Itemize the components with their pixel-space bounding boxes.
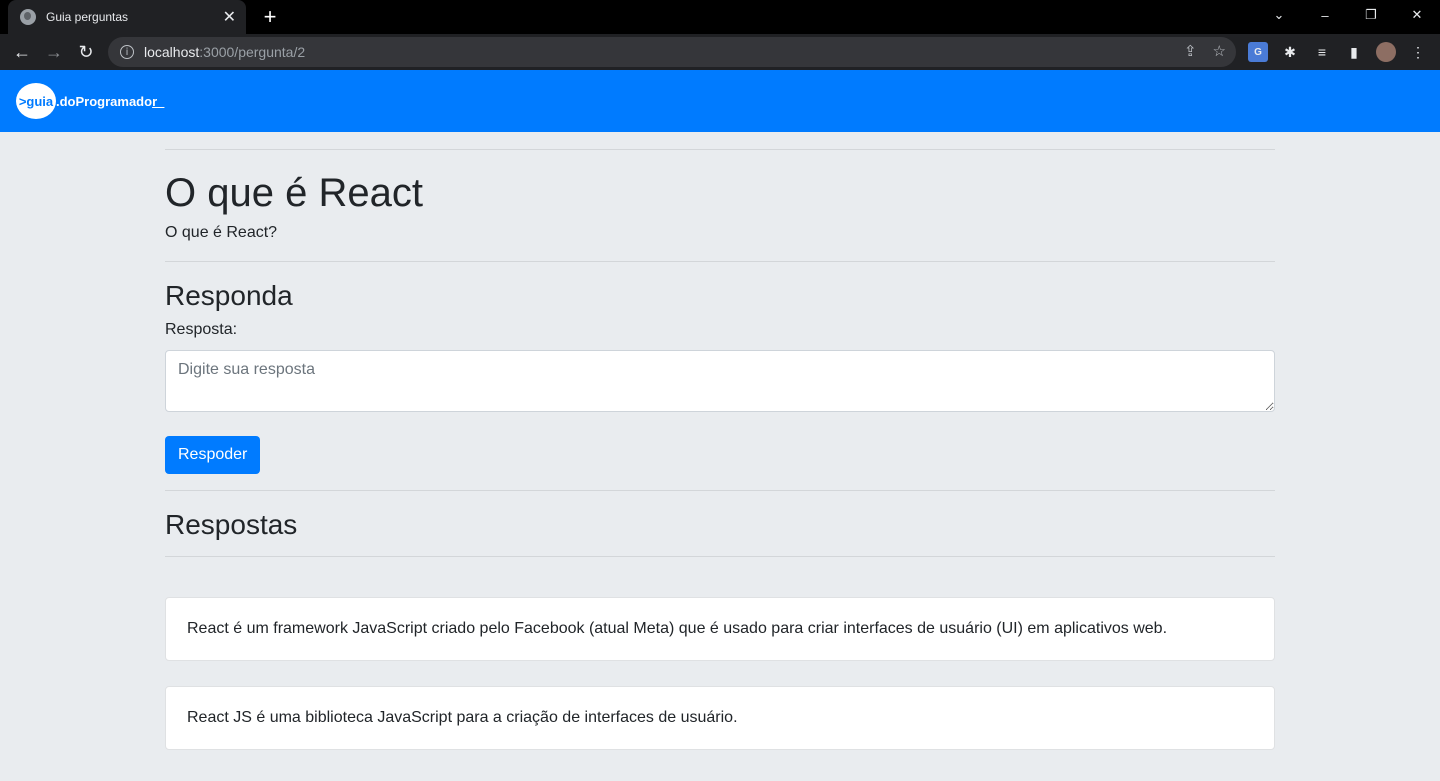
site-info-icon[interactable]: i: [120, 45, 134, 59]
answer-text: React é um framework JavaScript criado p…: [187, 620, 1168, 637]
translate-extension-icon[interactable]: G: [1248, 42, 1268, 62]
minimize-button[interactable]: –: [1302, 0, 1348, 30]
site-navbar: >guia .doProgramado r_: [0, 70, 1440, 132]
reload-icon[interactable]: ↻: [74, 41, 98, 63]
side-panel-icon[interactable]: ▮: [1344, 42, 1364, 62]
logo-text: .doProgramado: [56, 93, 153, 109]
url-path: :3000/pergunta/2: [199, 44, 306, 60]
browser-tab[interactable]: Guia perguntas ✕: [8, 0, 246, 34]
answer-textarea[interactable]: [165, 350, 1275, 412]
answer-card: React é um framework JavaScript criado p…: [165, 597, 1275, 661]
extensions-puzzle-icon[interactable]: ✱: [1280, 42, 1300, 62]
tab-close-icon[interactable]: ✕: [223, 7, 236, 27]
tab-title: Guia perguntas: [46, 10, 129, 24]
back-arrow-icon[interactable]: ←: [10, 41, 34, 63]
site-logo[interactable]: >guia .doProgramado r_: [16, 83, 164, 119]
share-icon[interactable]: ⇪: [1184, 42, 1197, 60]
answer-form-heading: Responda: [165, 280, 293, 311]
restore-button[interactable]: ❐: [1348, 0, 1394, 30]
answer-card: React JS é uma biblioteca JavaScript par…: [165, 686, 1275, 750]
answer-text: React JS é uma biblioteca JavaScript par…: [187, 709, 738, 726]
tab-search-icon[interactable]: ⌄: [1256, 0, 1302, 30]
answers-heading: Respostas: [165, 509, 298, 540]
media-queue-icon[interactable]: ≡: [1312, 42, 1332, 62]
browser-tab-bar: Guia perguntas ✕ + ⌄ – ❐ ✕: [0, 0, 1440, 34]
more-menu-icon[interactable]: ⋮: [1408, 42, 1428, 62]
answer-label: Resposta:: [165, 321, 238, 338]
divider: [165, 490, 1275, 491]
logo-cursor: r_: [152, 93, 165, 109]
divider: [165, 261, 1275, 262]
divider: [165, 556, 1275, 557]
window-close-button[interactable]: ✕: [1394, 0, 1440, 30]
url-host: localhost: [144, 44, 200, 60]
address-bar[interactable]: i localhost:3000/pergunta/2 ⇪ ☆: [108, 37, 1236, 67]
globe-icon: [20, 9, 36, 25]
main-content: O que é React O que é React? Responda Re…: [165, 133, 1275, 750]
new-tab-button[interactable]: +: [258, 4, 282, 30]
question-title: O que é React: [165, 171, 423, 215]
browser-toolbar: ← → ↻ i localhost:3000/pergunta/2 ⇪ ☆ G …: [0, 34, 1440, 70]
logo-mark: >guia: [16, 83, 56, 119]
bookmark-star-icon[interactable]: ☆: [1213, 42, 1226, 60]
forward-arrow-icon[interactable]: →: [42, 41, 66, 63]
divider: [165, 149, 1275, 150]
question-description: O que é React?: [165, 224, 278, 241]
submit-answer-button[interactable]: Respoder: [165, 436, 261, 474]
profile-avatar[interactable]: [1376, 42, 1396, 62]
